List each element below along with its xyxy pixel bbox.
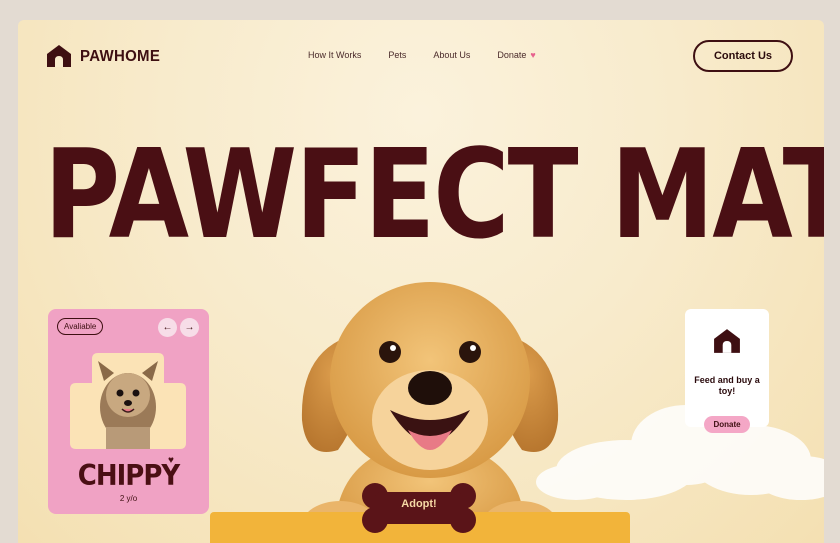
pet-card[interactable]: Avaliable ← → CHIPPY ♥ 2 y/o — [48, 309, 209, 514]
donate-text: Feed and buy a toy! — [694, 375, 760, 396]
heart-icon: ♥ — [168, 455, 174, 466]
arrow-right-icon: → — [184, 322, 195, 333]
heart-icon: ♥ — [530, 50, 536, 60]
pet-age: 2 y/o — [119, 494, 138, 503]
nav-donate[interactable]: Donate ♥ — [497, 50, 535, 60]
house-paw-icon — [47, 45, 71, 67]
pet-photo — [70, 353, 186, 449]
nav-label: How It Works — [308, 50, 362, 60]
house-paw-icon — [714, 329, 740, 353]
nav-label: Donate — [497, 50, 527, 60]
next-button[interactable]: → — [180, 318, 199, 337]
nav-pets[interactable]: Pets — [388, 50, 406, 60]
logo[interactable]: PAWHOME — [46, 44, 160, 68]
brand-name: PAWHOME — [80, 47, 161, 65]
nav-label: Pets — [388, 50, 407, 60]
nav-about-us[interactable]: About Us — [433, 50, 470, 60]
adopt-button[interactable]: Adopt! — [361, 498, 477, 510]
main-nav: How It Works Pets About Us Donate ♥ — [308, 50, 536, 60]
pet-name: CHIPPY — [77, 459, 180, 493]
prev-button[interactable]: ← — [158, 318, 177, 337]
nav-how-it-works[interactable]: How It Works — [308, 50, 361, 60]
status-badge: Avaliable — [57, 318, 104, 335]
page-frame: PAWHOME How It Works Pets About Us Donat… — [18, 20, 824, 543]
hero-headline: PAWFECT MATCH — [44, 122, 824, 267]
arrow-left-icon: ← — [162, 322, 173, 333]
nav-label: About Us — [433, 50, 471, 60]
donate-button[interactable]: Donate — [704, 416, 750, 433]
donate-card: Feed and buy a toy! — [685, 309, 769, 427]
contact-us-button[interactable]: Contact Us — [693, 40, 793, 72]
